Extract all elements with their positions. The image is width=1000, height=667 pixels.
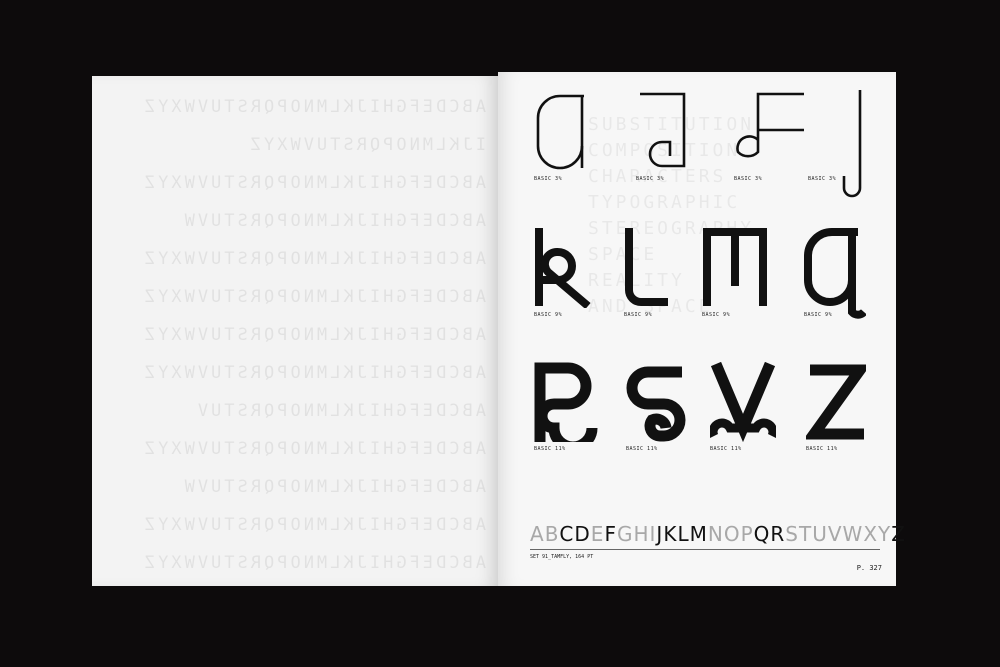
ghost-line: ABCDEFGHIJKLMNOPQRSTUVWXYZ	[141, 363, 486, 383]
alphabet-letter: B	[544, 522, 560, 546]
glyph-caption: BASIC 3%	[636, 176, 665, 182]
alphabet-letter: X	[863, 522, 879, 546]
ghost-line: ABCDEFGHIJKLMNOPQRSTUVWXYZ	[141, 287, 486, 307]
ghost-line: ABCDEFGHIJKLMNOPQRSTUVWXYZ	[141, 553, 486, 573]
ghost-line: ABCDEFGHIJKLMNOPQRSTUVWXYZ	[141, 325, 486, 345]
ghost-line: ABCDEFGHIJKLMNOPQRSTUVWXYZ	[141, 249, 486, 269]
alphabet-letter: V	[827, 522, 843, 546]
ghost-line: IJKLMNOPQRSTUVWXYZ	[247, 135, 486, 155]
alphabet-letter: P	[740, 522, 754, 546]
glyph-caption: BASIC 9%	[624, 312, 653, 318]
alphabet-letter: J	[656, 522, 664, 546]
glyph-k-bold	[534, 228, 594, 308]
alphabet-letter: Y	[878, 522, 892, 546]
set-caption: SET 91_TAMFLY, 164 PT	[530, 554, 594, 560]
ghost-line: ABCDEFGHIJKLMNOPQRSTUVW	[181, 211, 486, 231]
alphabet-letter: D	[574, 522, 591, 546]
alphabet-specimen: ABCDEFGHIJKLMNOPQRSTUVWXYZ	[530, 522, 905, 546]
glyph-caption: BASIC 11%	[710, 446, 742, 452]
glyph-caption: BASIC 3%	[734, 176, 763, 182]
glyph-caption: BASIC 3%	[808, 176, 837, 182]
alphabet-letter: G	[616, 522, 634, 546]
alphabet-letter: T	[799, 522, 813, 546]
ghost-line: ABCDEFGHIJKLMNOPQRSTUVWXYZ	[141, 439, 486, 459]
alphabet-letter: M	[689, 522, 708, 546]
alphabet-letter: H	[633, 522, 650, 546]
show-through-text: ABCDEFGHIJKLMNOPQRSTUVWXYZ IJKLMNOPQRSTU…	[116, 88, 486, 582]
glyph-caption: BASIC 9%	[534, 312, 563, 318]
alphabet-letter: F	[604, 522, 617, 546]
page-number: P. 327	[856, 564, 882, 572]
glyph-s-heavy	[626, 362, 686, 442]
alphabet-letter: L	[677, 522, 690, 546]
alphabet-letter: R	[770, 522, 786, 546]
ghost-line: ABCDEFGHIJKLMNOPQRSTUVWXYZ	[141, 515, 486, 535]
glyph-m-bold	[702, 228, 768, 308]
glyph-r-heavy	[534, 362, 598, 442]
glyph-v-heavy	[710, 362, 776, 442]
alphabet-letter: Q	[753, 522, 771, 546]
alphabet-letter: C	[559, 522, 575, 546]
alphabet-letter: W	[842, 522, 864, 546]
alphabet-letter: U	[812, 522, 828, 546]
ghost-line: ABCDEFGHIJKLMNOPQRSTUVW	[181, 477, 486, 497]
glyph-caption: BASIC 3%	[534, 176, 563, 182]
alphabet-letter: K	[663, 522, 678, 546]
right-page: SUBSTITUTION COMPOSITION CHARACTERS TYPO…	[498, 72, 905, 586]
glyph-d-outline	[636, 90, 690, 174]
alphabet-letter: Z	[891, 522, 906, 546]
alphabet-letter: O	[723, 522, 741, 546]
ghost-line: ABCDEFGHIJKLMNOPQRSTUV	[194, 401, 486, 421]
ghost-line: ABCDEFGHIJKLMNOPQRSTUVWXYZ	[141, 97, 486, 117]
alphabet-letter: E	[590, 522, 605, 546]
glyph-caption: BASIC 11%	[806, 446, 838, 452]
left-page: ABCDEFGHIJKLMNOPQRSTUVWXYZ IJKLMNOPQRSTU…	[92, 76, 498, 586]
ghost-line: ABCDEFGHIJKLMNOPQRSTUVWXYZ	[141, 173, 486, 193]
alphabet-letter: S	[785, 522, 799, 546]
glyph-a-outline	[534, 90, 588, 174]
glyph-caption: BASIC 9%	[702, 312, 731, 318]
glyph-z-heavy	[806, 362, 866, 442]
baseline-rule	[530, 549, 880, 550]
glyph-j-outline	[832, 88, 868, 200]
glyph-caption: BASIC 9%	[804, 312, 833, 318]
glyph-caption: BASIC 11%	[534, 446, 566, 452]
glyph-caption: BASIC 11%	[626, 446, 658, 452]
open-book: ABCDEFGHIJKLMNOPQRSTUVWXYZ IJKLMNOPQRSTU…	[92, 72, 905, 588]
alphabet-letter: A	[530, 522, 545, 546]
glyph-l-bold	[624, 228, 670, 308]
glyph-f-outline	[734, 90, 806, 174]
alphabet-letter: N	[707, 522, 724, 546]
